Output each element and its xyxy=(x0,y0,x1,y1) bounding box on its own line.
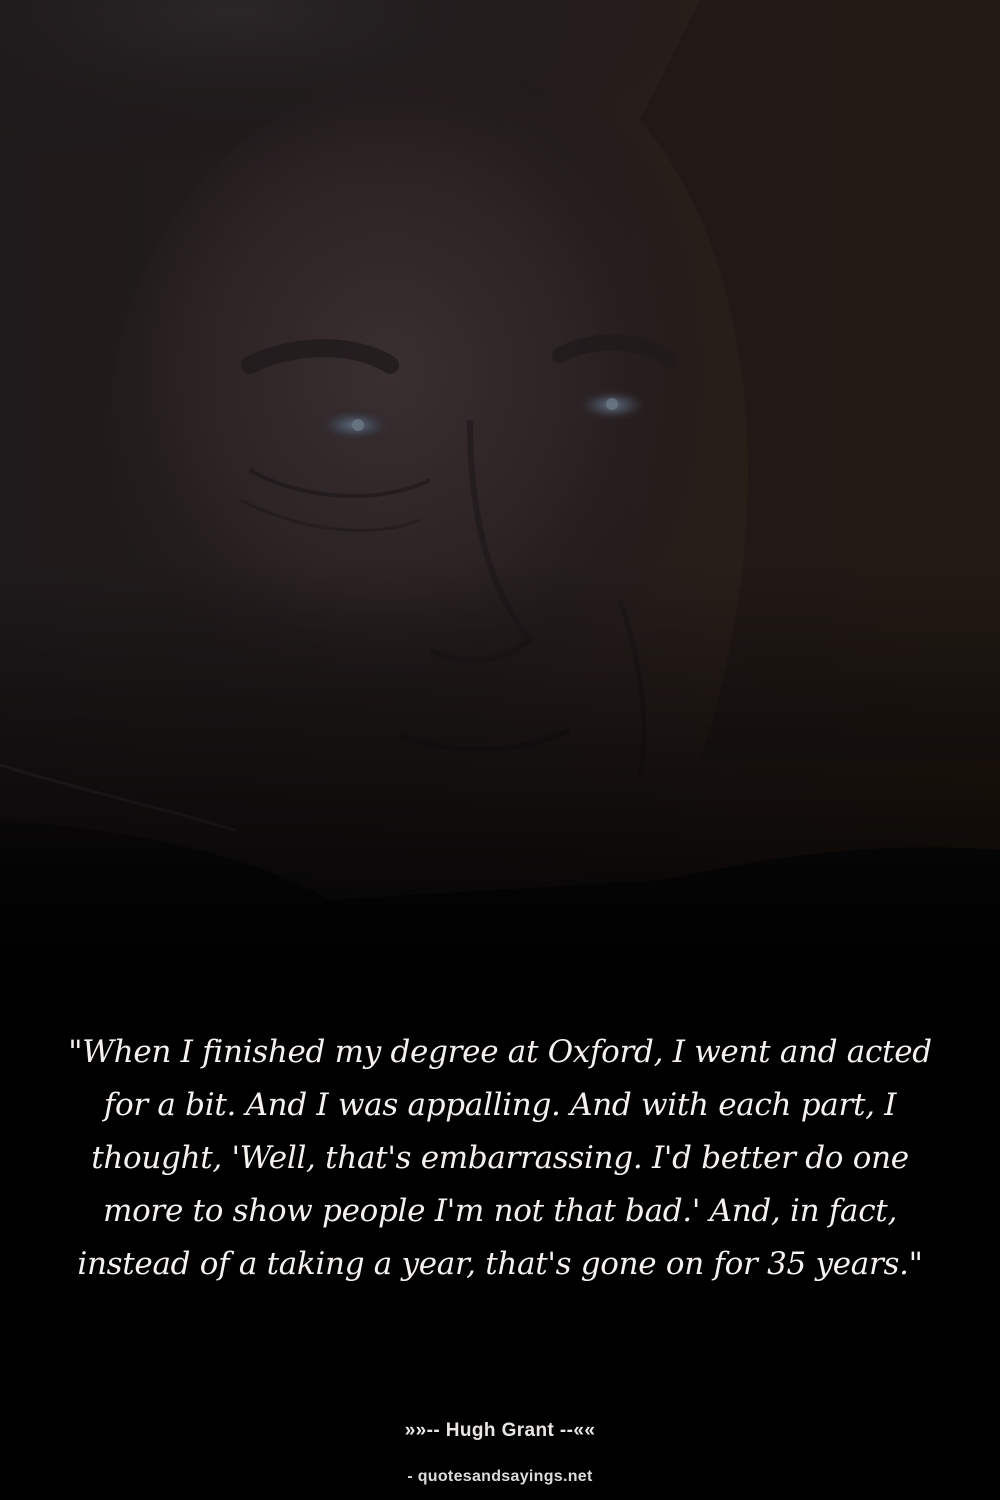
quote-text: "When I finished my degree at Oxford, I … xyxy=(68,1034,932,1282)
quote-card: "When I finished my degree at Oxford, I … xyxy=(0,0,1000,1500)
quote-author: »»-- Hugh Grant --«« xyxy=(404,1420,596,1441)
source-credit: - quotesandsayings.net xyxy=(407,1468,593,1485)
portrait-photo xyxy=(0,0,1000,1000)
